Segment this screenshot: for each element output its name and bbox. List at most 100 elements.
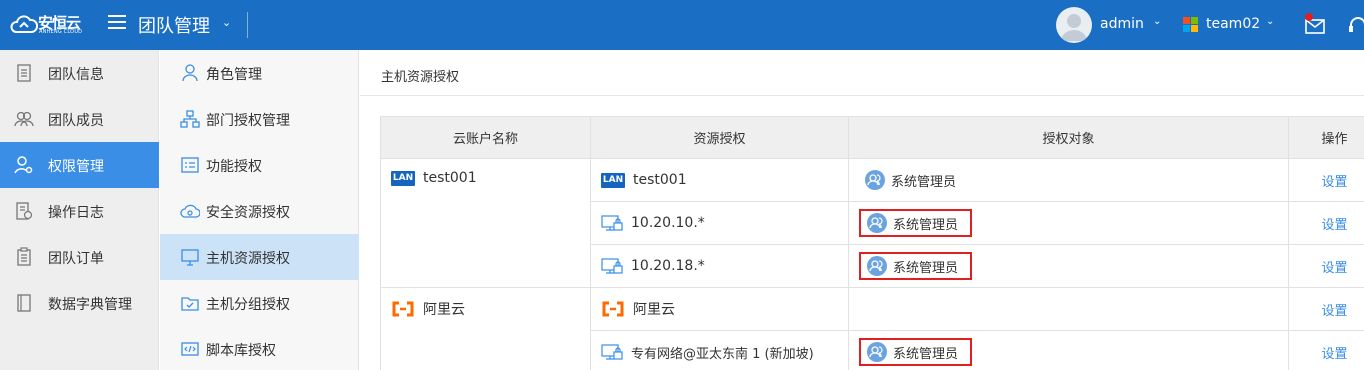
user-group-icon bbox=[865, 170, 885, 190]
target-chip-highlighted: 系统管理员 bbox=[859, 252, 973, 280]
users-icon bbox=[14, 111, 34, 127]
target-cell: 系统管理员 bbox=[848, 158, 1289, 202]
resource-name: 10.20.18.* bbox=[631, 258, 705, 274]
target-cell: 系统管理员 bbox=[848, 330, 1289, 370]
aliyun-icon bbox=[602, 301, 624, 317]
action-cell: 设置 bbox=[1288, 158, 1364, 202]
sidebar-item-team-info[interactable]: 团队信息 bbox=[0, 50, 159, 96]
target-name: 系统管理员 bbox=[893, 217, 959, 233]
resource-cell: 10.20.10.* bbox=[590, 201, 849, 245]
sidebar-item-label: 数据字典管理 bbox=[48, 297, 132, 313]
user-group-icon bbox=[867, 342, 887, 362]
resource-name: 10.20.10.* bbox=[631, 215, 705, 231]
book-icon bbox=[17, 294, 31, 312]
account-name: 阿里云 bbox=[423, 302, 465, 318]
subnav-item-script-lib-auth[interactable]: 脚本库授权 bbox=[160, 326, 359, 370]
subnav-item-host-resource-auth[interactable]: 主机资源授权 bbox=[160, 234, 359, 280]
org-chart-icon bbox=[180, 110, 200, 128]
host-lock-icon bbox=[601, 215, 623, 231]
target-cell: 系统管理员 bbox=[848, 201, 1289, 245]
sidebar-item-team-orders[interactable]: 团队订单 bbox=[0, 234, 159, 280]
resource-cell: 专有网络@亚太东南 1 (新加坡) bbox=[590, 330, 849, 370]
subnav-item-function-auth[interactable]: 功能授权 bbox=[160, 142, 359, 188]
subnav-item-label: 脚本库授权 bbox=[206, 343, 276, 359]
avatar[interactable] bbox=[1056, 7, 1092, 43]
sidebar-item-data-dictionary[interactable]: 数据字典管理 bbox=[0, 280, 159, 326]
account-cell: LAN test001 bbox=[380, 158, 591, 288]
host-lock-icon bbox=[601, 344, 623, 360]
page-title: 主机资源授权 bbox=[381, 70, 460, 85]
sidebar-item-team-members[interactable]: 团队成员 bbox=[0, 96, 159, 142]
divider bbox=[360, 95, 1364, 96]
user-avatar-icon bbox=[1061, 14, 1087, 41]
message-icon[interactable] bbox=[1302, 12, 1328, 36]
folder-check-icon bbox=[181, 297, 199, 311]
main-content: 主机资源授权 云账户名称 资源授权 授权对象 操作 LAN test001 LAN… bbox=[360, 50, 1364, 370]
resource-name: 专有网络@亚太东南 1 (新加坡) bbox=[631, 346, 814, 362]
chevron-down-icon[interactable]: ⌄ bbox=[222, 16, 231, 29]
windows-team-icon bbox=[1183, 17, 1199, 33]
user-name[interactable]: admin bbox=[1100, 16, 1144, 32]
sidebar-item-label: 权限管理 bbox=[48, 159, 104, 175]
sidebar-item-permissions[interactable]: 权限管理 bbox=[0, 142, 159, 188]
sidebar-item-label: 团队信息 bbox=[48, 67, 104, 83]
user-group-icon bbox=[867, 213, 887, 233]
user-gear-icon bbox=[14, 156, 33, 174]
headset-icon[interactable] bbox=[1348, 13, 1364, 37]
host-lock-icon bbox=[601, 258, 623, 274]
subnav-item-dept-auth[interactable]: 部门授权管理 bbox=[160, 96, 359, 142]
resource-name: 阿里云 bbox=[633, 302, 675, 318]
resource-cell: 10.20.18.* bbox=[590, 244, 849, 288]
app-title[interactable]: 团队管理 bbox=[138, 12, 210, 38]
subnav-item-host-group-auth[interactable]: 主机分组授权 bbox=[160, 280, 359, 326]
list-card-icon bbox=[181, 157, 199, 173]
header-divider bbox=[247, 12, 248, 38]
settings-link[interactable]: 设置 bbox=[1321, 347, 1347, 362]
column-header: 云账户名称 bbox=[380, 116, 591, 159]
host-auth-table: 云账户名称 资源授权 授权对象 操作 LAN test001 LAN test001 bbox=[380, 116, 1364, 370]
document-icon bbox=[17, 64, 31, 82]
target-cell-empty bbox=[848, 287, 1289, 331]
column-header: 操作 bbox=[1288, 116, 1364, 159]
top-bar: 安恒云 ANHENG CLOUD 团队管理 ⌄ admin ⌄ team02 ⌄ bbox=[0, 0, 1364, 50]
target-name: 系统管理员 bbox=[893, 260, 959, 276]
column-header: 授权对象 bbox=[848, 116, 1289, 159]
user-group-icon bbox=[867, 256, 887, 276]
cloud-logo-icon bbox=[10, 15, 38, 33]
target-chip-highlighted: 系统管理员 bbox=[859, 338, 973, 366]
lan-badge-icon: LAN bbox=[601, 172, 625, 188]
logo-subtext: ANHENG CLOUD bbox=[39, 29, 83, 35]
table-row: LAN test001 LAN test001 系统管理员 设置 bbox=[380, 158, 1364, 288]
settings-link[interactable]: 设置 bbox=[1321, 261, 1347, 276]
code-window-icon bbox=[181, 342, 199, 356]
team-name[interactable]: team02 bbox=[1206, 16, 1260, 32]
table-header-row: 云账户名称 资源授权 授权对象 操作 bbox=[380, 116, 1364, 159]
subnav-item-label: 安全资源授权 bbox=[206, 205, 290, 221]
subnav-item-security-resource-auth[interactable]: 安全资源授权 bbox=[160, 188, 359, 234]
resource-cell: LAN test001 bbox=[590, 158, 849, 202]
settings-link[interactable]: 设置 bbox=[1321, 218, 1347, 233]
team-chevron-down-icon[interactable]: ⌄ bbox=[1266, 16, 1274, 27]
monitor-icon bbox=[181, 249, 199, 266]
target-name: 系统管理员 bbox=[891, 174, 957, 190]
clipboard-icon bbox=[17, 247, 31, 266]
resource-cell: 阿里云 bbox=[590, 287, 849, 331]
sidebar-item-label: 操作日志 bbox=[48, 205, 104, 221]
main-sidebar: 团队信息 团队成员 权限管理 操作日志 团队订单 数据字典管理 bbox=[0, 50, 159, 370]
logo[interactable]: 安恒云 ANHENG CLOUD bbox=[10, 10, 84, 40]
settings-link[interactable]: 设置 bbox=[1321, 304, 1347, 319]
account-cell: 阿里云 bbox=[380, 287, 591, 370]
subnav-item-role-management[interactable]: 角色管理 bbox=[160, 50, 359, 96]
subnav-item-label: 功能授权 bbox=[206, 159, 262, 175]
subnav-item-label: 主机资源授权 bbox=[206, 251, 290, 267]
settings-link[interactable]: 设置 bbox=[1321, 175, 1347, 190]
hamburger-menu-icon[interactable] bbox=[108, 15, 126, 33]
action-cell: 设置 bbox=[1288, 330, 1364, 370]
target-chip-highlighted: 系统管理员 bbox=[859, 209, 973, 237]
sidebar-item-operation-log[interactable]: 操作日志 bbox=[0, 188, 159, 234]
target-cell: 系统管理员 bbox=[848, 244, 1289, 288]
user-chevron-down-icon[interactable]: ⌄ bbox=[1153, 16, 1161, 27]
account-name: test001 bbox=[423, 170, 477, 186]
table-row: 阿里云 阿里云 设置 bbox=[380, 287, 1364, 370]
sub-sidebar: 角色管理 部门授权管理 功能授权 安全资源授权 主机资源授权 主机分组授权 脚本… bbox=[160, 50, 359, 370]
